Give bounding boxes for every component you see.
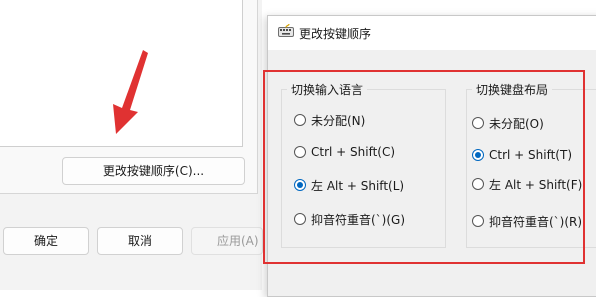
radio-label: 未分配(N) [311, 113, 366, 128]
radio-label: 抑音符重音(`)(G) [311, 212, 406, 227]
radio-not-assigned-n[interactable]: 未分配(N) [294, 111, 365, 129]
title-bar[interactable]: 更改按键顺序 [268, 16, 596, 50]
radio-button[interactable] [472, 117, 484, 129]
radio-grave-accent-r[interactable]: 抑音符重音(`)(R) [472, 212, 582, 230]
radio-left-alt-shift-f[interactable]: 左 Alt + Shift(F) [472, 175, 582, 193]
radio-button[interactable] [294, 146, 306, 158]
radio-ctrl-shift-c[interactable]: Ctrl + Shift(C) [294, 143, 395, 161]
radio-button[interactable] [294, 179, 306, 191]
radio-label: 左 Alt + Shift(F) [489, 177, 583, 192]
change-key-sequence-button[interactable]: 更改按键顺序(C)... [62, 157, 245, 185]
group-title: 切换输入语言 [287, 81, 368, 98]
apply-button[interactable]: 应用(A) [191, 227, 263, 255]
radio-label: 未分配(O) [489, 116, 544, 131]
radio-button[interactable] [294, 114, 306, 126]
keyboard-icon [278, 24, 294, 37]
radio-button[interactable] [472, 149, 484, 161]
switch-input-language-group: 切换输入语言 未分配(N) Ctrl + Shift(C) 左 Alt + Sh… [281, 81, 446, 248]
dialog-title: 更改按键顺序 [299, 27, 372, 41]
language-bar-dialog: 更改按键顺序(C)... 确定 取消 应用(A) [0, 0, 263, 290]
change-key-sequence-dialog: 更改按键顺序 切换输入语言 未分配(N) Ctrl + Shift(C) 左 A… [267, 15, 596, 297]
radio-not-assigned-o[interactable]: 未分配(O) [472, 114, 544, 132]
group-title: 切换键盘布局 [472, 81, 553, 98]
radio-left-alt-shift-l[interactable]: 左 Alt + Shift(L) [294, 176, 404, 194]
radio-label: Ctrl + Shift(C) [311, 145, 396, 159]
radio-label: 抑音符重音(`)(R) [489, 214, 583, 229]
radio-ctrl-shift-t[interactable]: Ctrl + Shift(T) [472, 146, 572, 164]
radio-button[interactable] [294, 213, 306, 225]
ok-button[interactable]: 确定 [3, 227, 89, 255]
radio-button[interactable] [472, 178, 484, 190]
cancel-button[interactable]: 取消 [97, 227, 183, 255]
arrow-icon [113, 50, 148, 134]
switch-keyboard-layout-group: 切换键盘布局 未分配(O) Ctrl + Shift(T) 左 Alt + Sh… [466, 81, 596, 248]
radio-grave-accent-g[interactable]: 抑音符重音(`)(G) [294, 210, 405, 228]
radio-label: 左 Alt + Shift(L) [311, 178, 405, 193]
radio-button[interactable] [472, 215, 484, 227]
radio-label: Ctrl + Shift(T) [489, 148, 573, 162]
